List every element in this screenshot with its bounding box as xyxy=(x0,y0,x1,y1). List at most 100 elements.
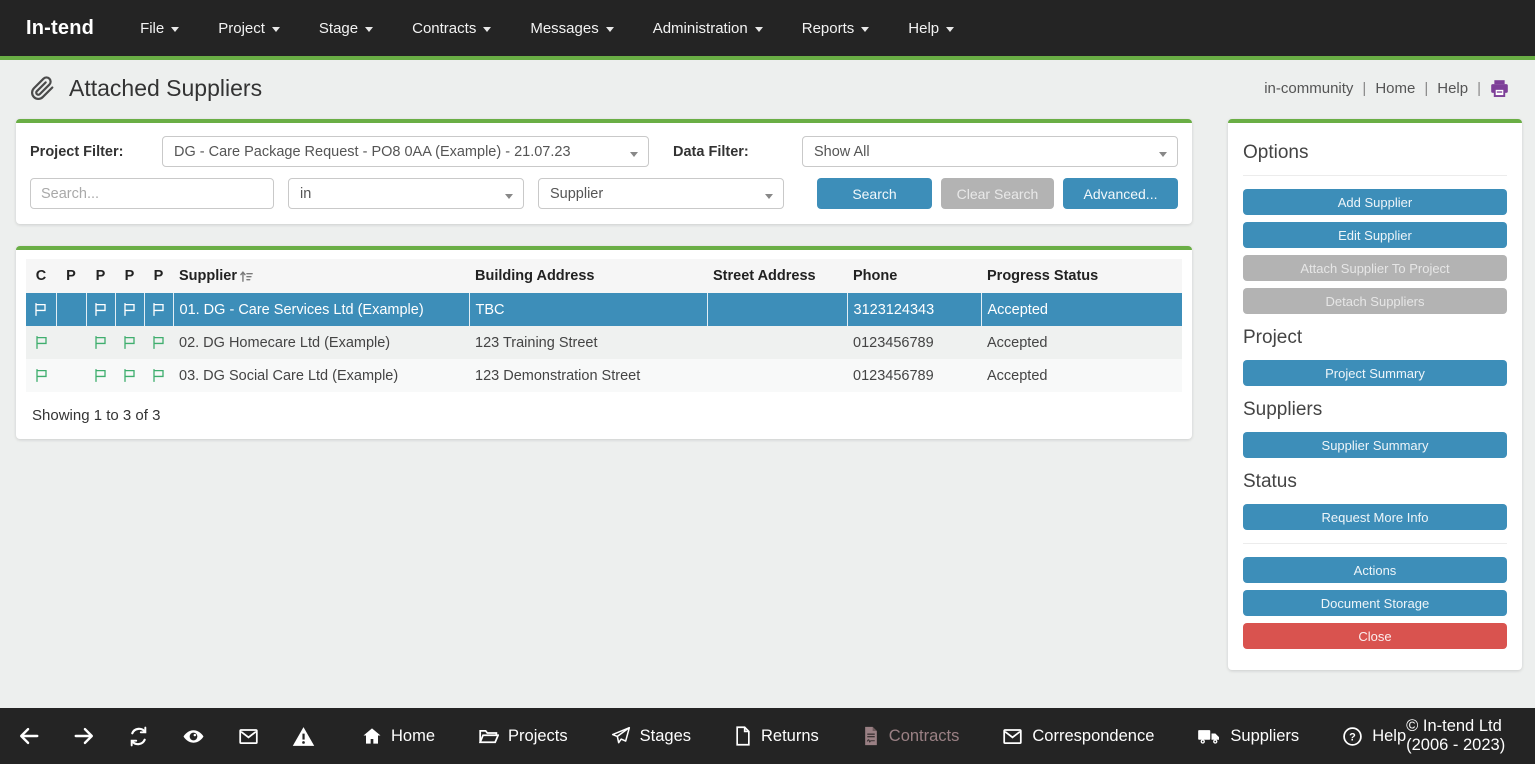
document-storage-button[interactable]: Document Storage xyxy=(1243,590,1507,616)
supplier-row-3[interactable]: 03. DG Social Care Ltd (Example) 123 Dem… xyxy=(26,359,1182,392)
attach-supplier-button[interactable]: Attach Supplier To Project xyxy=(1243,255,1507,281)
flag-icon xyxy=(122,335,137,350)
detach-suppliers-button[interactable]: Detach Suppliers xyxy=(1243,288,1507,314)
table-header-row: C P P P P Supplier xyxy=(26,259,1182,293)
cell-p2 xyxy=(86,359,115,392)
sidebar-heading-suppliers: Suppliers xyxy=(1243,399,1507,421)
caret-down-icon xyxy=(1159,152,1167,157)
envelope-icon[interactable] xyxy=(238,726,259,747)
column-header-street-address[interactable]: Street Address xyxy=(707,259,847,293)
column-header-c[interactable]: C xyxy=(26,259,56,293)
cell-street-address xyxy=(707,293,847,326)
search-scope-select[interactable]: in xyxy=(288,178,524,209)
cell-p3 xyxy=(115,359,144,392)
arrow-left-icon[interactable] xyxy=(18,725,40,747)
warning-icon[interactable] xyxy=(292,725,315,748)
paperclip-icon xyxy=(30,76,55,101)
cell-p1 xyxy=(56,359,86,392)
cell-p3 xyxy=(115,326,144,359)
quick-links: in-community | Home | Help | xyxy=(1264,79,1509,98)
refresh-icon[interactable] xyxy=(128,726,149,747)
search-input[interactable] xyxy=(30,178,274,209)
search-field-select[interactable]: Supplier xyxy=(538,178,784,209)
flag-icon xyxy=(122,302,137,317)
link-help[interactable]: Help xyxy=(1437,80,1468,97)
truck-icon xyxy=(1197,726,1221,746)
cell-c xyxy=(26,326,56,359)
column-header-progress-status[interactable]: Progress Status xyxy=(981,259,1182,293)
sidebar-heading-status: Status xyxy=(1243,471,1507,493)
search-button[interactable]: Search xyxy=(817,178,932,209)
footer-nav-projects[interactable]: Projects xyxy=(478,726,568,747)
clear-search-button[interactable]: Clear Search xyxy=(941,178,1054,209)
add-supplier-button[interactable]: Add Supplier xyxy=(1243,189,1507,215)
menu-administration[interactable]: Administration xyxy=(653,20,763,37)
column-header-phone[interactable]: Phone xyxy=(847,259,981,293)
file-contract-icon xyxy=(862,726,880,746)
cell-p1 xyxy=(56,326,86,359)
filter-panel: Project Filter: DG - Care Package Reques… xyxy=(16,119,1192,224)
supplier-row-2[interactable]: 02. DG Homecare Ltd (Example) 123 Traini… xyxy=(26,326,1182,359)
supplier-summary-button[interactable]: Supplier Summary xyxy=(1243,432,1507,458)
flag-icon xyxy=(93,335,108,350)
caret-down-icon xyxy=(171,27,179,32)
advanced-button[interactable]: Advanced... xyxy=(1063,178,1178,209)
footer-nav-home[interactable]: Home xyxy=(362,726,435,746)
menu-contracts[interactable]: Contracts xyxy=(412,20,491,37)
printer-icon[interactable] xyxy=(1490,79,1509,98)
cell-p1 xyxy=(56,293,86,326)
top-navbar: In-tend File Project Stage Contracts Mes… xyxy=(0,0,1535,56)
table-summary: Showing 1 to 3 of 3 xyxy=(32,407,1176,424)
column-header-p4[interactable]: P xyxy=(144,259,173,293)
caret-down-icon xyxy=(755,27,763,32)
menu-stage[interactable]: Stage xyxy=(319,20,373,37)
eye-icon[interactable] xyxy=(182,725,205,748)
cell-p4 xyxy=(144,293,173,326)
data-filter-select[interactable]: Show All xyxy=(802,136,1178,167)
arrow-right-icon[interactable] xyxy=(73,725,95,747)
column-header-p2[interactable]: P xyxy=(86,259,115,293)
cell-p2 xyxy=(86,326,115,359)
link-home[interactable]: Home xyxy=(1375,80,1415,97)
column-header-p3[interactable]: P xyxy=(115,259,144,293)
envelope-icon xyxy=(1002,726,1023,747)
menu-help[interactable]: Help xyxy=(908,20,954,37)
caret-down-icon xyxy=(505,194,513,199)
menu-reports[interactable]: Reports xyxy=(802,20,870,37)
edit-supplier-button[interactable]: Edit Supplier xyxy=(1243,222,1507,248)
cell-phone: 3123124343 xyxy=(847,293,981,326)
actions-button[interactable]: Actions xyxy=(1243,557,1507,583)
svg-text:?: ? xyxy=(1349,731,1356,743)
footer-nav-help[interactable]: ? Help xyxy=(1342,726,1406,747)
question-circle-icon: ? xyxy=(1342,726,1363,747)
footer-nav-contracts[interactable]: Contracts xyxy=(862,726,960,746)
supplier-row-1[interactable]: 01. DG - Care Services Ltd (Example) TBC… xyxy=(26,293,1182,326)
app-logo: In-tend xyxy=(26,17,94,40)
cell-progress-status: Accepted xyxy=(981,359,1182,392)
column-header-supplier[interactable]: Supplier xyxy=(173,259,469,293)
footer-nav-correspondence[interactable]: Correspondence xyxy=(1002,726,1154,747)
footer-nav-stages[interactable]: Stages xyxy=(611,726,691,746)
menu-project[interactable]: Project xyxy=(218,20,280,37)
footer-nav-returns[interactable]: Returns xyxy=(734,726,819,746)
project-filter-label: Project Filter: xyxy=(30,144,162,160)
link-in-community[interactable]: in-community xyxy=(1264,80,1353,97)
cell-phone: 0123456789 xyxy=(847,359,981,392)
project-summary-button[interactable]: Project Summary xyxy=(1243,360,1507,386)
bottom-toolbar: Home Projects Stages Returns Contracts C… xyxy=(0,708,1535,764)
column-header-p1[interactable]: P xyxy=(56,259,86,293)
home-icon xyxy=(362,726,382,746)
cell-p3 xyxy=(115,293,144,326)
footer-nav-suppliers[interactable]: Suppliers xyxy=(1197,726,1299,746)
menu-messages[interactable]: Messages xyxy=(530,20,613,37)
close-button[interactable]: Close xyxy=(1243,623,1507,649)
request-more-info-button[interactable]: Request More Info xyxy=(1243,504,1507,530)
project-filter-select[interactable]: DG - Care Package Request - PO8 0AA (Exa… xyxy=(162,136,649,167)
column-header-building-address[interactable]: Building Address xyxy=(469,259,707,293)
cell-progress-status: Accepted xyxy=(981,326,1182,359)
cell-p2 xyxy=(86,293,115,326)
actions-sidebar: Options Add Supplier Edit Supplier Attac… xyxy=(1228,119,1522,670)
menu-file[interactable]: File xyxy=(140,20,179,37)
sidebar-heading-options: Options xyxy=(1243,142,1507,164)
cell-c xyxy=(26,359,56,392)
